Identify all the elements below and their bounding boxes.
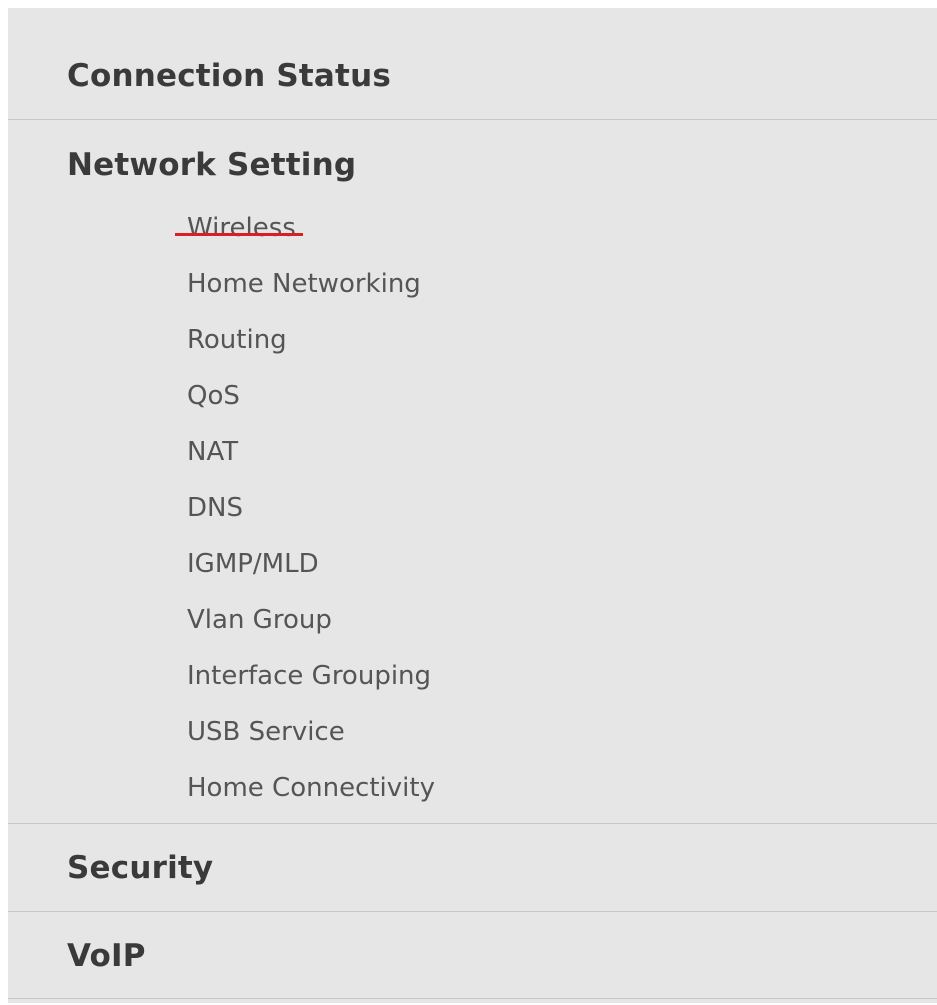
side-menu-panel: Connection Status Network Setting Wirele… [8, 8, 937, 1003]
menu-item-home-networking[interactable]: Home Networking [187, 269, 421, 299]
menu-item-wireless[interactable]: Wireless [187, 213, 296, 243]
menu-item-igmp-mld[interactable]: IGMP/MLD [187, 549, 319, 579]
menu-item-vlan-group[interactable]: Vlan Group [187, 605, 332, 635]
menu-divider [8, 119, 937, 120]
menu-section-connection-status[interactable]: Connection Status [67, 58, 391, 94]
menu-section-security[interactable]: Security [67, 850, 213, 886]
menu-item-home-connectivity[interactable]: Home Connectivity [187, 773, 435, 803]
menu-item-qos[interactable]: QoS [187, 381, 240, 411]
menu-section-voip[interactable]: VoIP [67, 938, 146, 974]
menu-item-routing[interactable]: Routing [187, 325, 287, 355]
menu-item-dns[interactable]: DNS [187, 493, 243, 523]
active-item-indicator [175, 233, 303, 236]
menu-divider [8, 823, 937, 824]
menu-item-usb-service[interactable]: USB Service [187, 717, 345, 747]
menu-divider [8, 911, 937, 912]
menu-divider [8, 998, 937, 999]
menu-item-interface-grouping[interactable]: Interface Grouping [187, 661, 431, 691]
menu-section-network-setting[interactable]: Network Setting [67, 147, 356, 183]
menu-item-nat[interactable]: NAT [187, 437, 238, 467]
